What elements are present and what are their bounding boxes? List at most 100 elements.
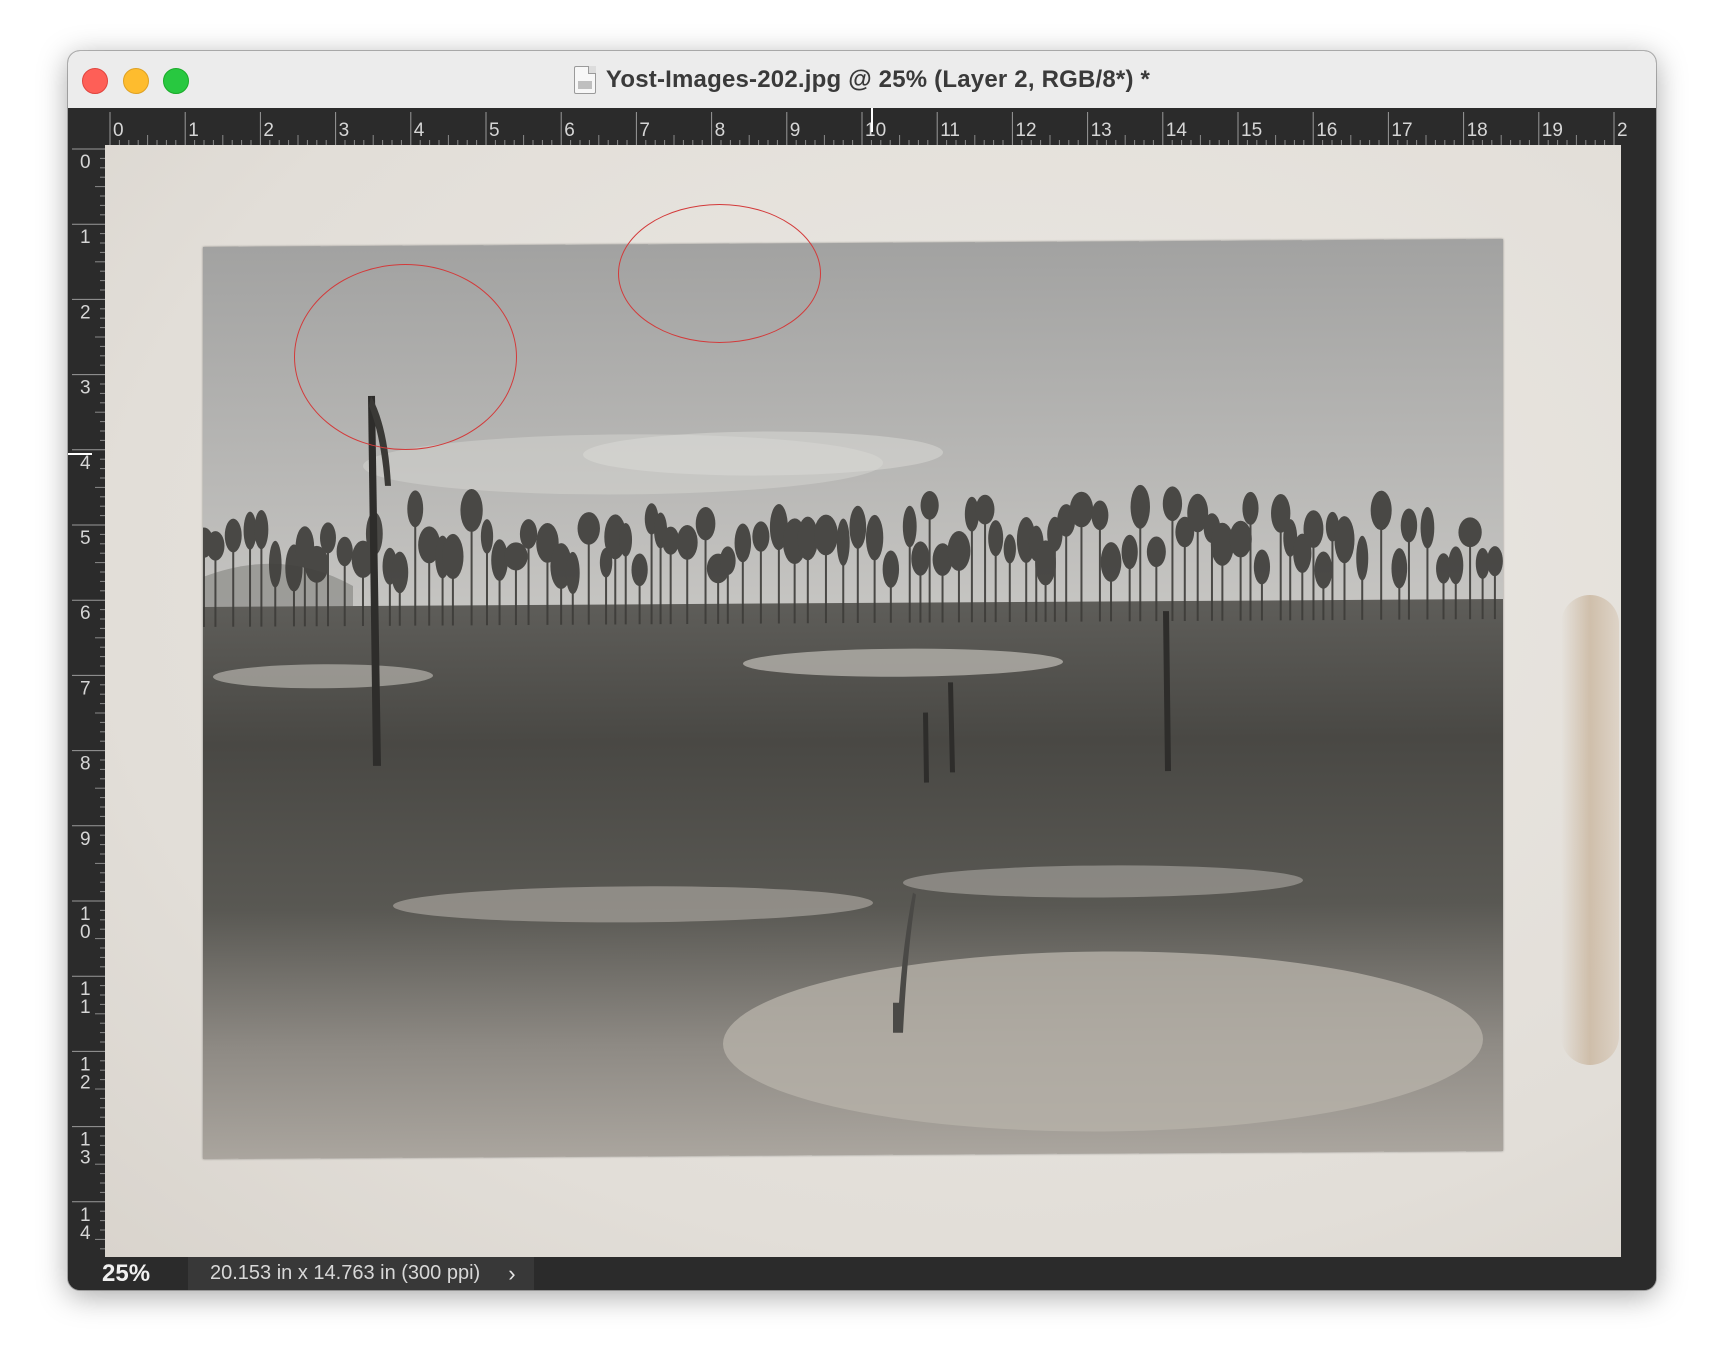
ruler-label: 2 — [80, 302, 91, 323]
tree-crown — [849, 505, 867, 549]
ruler-label: 7 — [80, 678, 91, 699]
ruler-label: 5 — [489, 120, 500, 141]
ruler-label: 2 — [263, 120, 274, 141]
ruler-label: 3 — [339, 120, 350, 141]
tree-crown — [1303, 510, 1324, 549]
ruler-label: 7 — [639, 120, 650, 141]
ruler-label: 9 — [790, 120, 801, 141]
document-info-menu[interactable]: 20.153 in x 14.763 in (300 ppi) › — [188, 1257, 534, 1290]
tree-crown — [1003, 534, 1016, 564]
tree-crown — [911, 541, 930, 576]
tree-crown — [1229, 520, 1252, 558]
tree-crown — [1356, 535, 1369, 581]
tree-crown — [752, 521, 770, 552]
tree-crown — [1448, 546, 1464, 585]
tree-crown — [734, 523, 752, 563]
tree-crown — [1458, 517, 1482, 548]
tree-crown — [1370, 490, 1392, 531]
tree-crown — [719, 546, 736, 576]
tree-crown — [836, 518, 850, 566]
tree-crown — [676, 525, 698, 560]
tree-crown — [480, 519, 494, 554]
paper-stain — [1561, 595, 1619, 1065]
ruler-label: 17 — [1391, 120, 1412, 141]
ruler-label: 0 — [80, 152, 91, 173]
ruler-label: 11 — [940, 120, 960, 141]
ruler-label: 18 — [1467, 120, 1488, 141]
tree-crown — [1391, 548, 1408, 589]
tree-crown — [695, 507, 716, 541]
ruler-label: 6 — [80, 603, 91, 624]
tree-crown — [460, 488, 483, 532]
tree-crown — [1253, 549, 1271, 585]
tree-crown — [577, 512, 600, 545]
title-group: Yost-Images-202.jpg @ 25% (Layer 2, RGB/… — [68, 51, 1656, 108]
tree-crown — [1334, 516, 1355, 564]
ruler-label: 10 — [865, 120, 886, 141]
tree-crown — [1486, 546, 1503, 577]
horizontal-ruler[interactable]: 0 1 2 3 4 5 6 7 8 9 10 11 12 13 14 15 16 17 18 19 2 — [68, 108, 1656, 145]
annotation-circle — [618, 204, 821, 343]
annotation-circle — [294, 264, 517, 450]
ruler-label: 5 — [80, 528, 91, 549]
tree-crown — [988, 520, 1004, 557]
ruler-label: 9 — [80, 829, 91, 850]
ruler-label: 19 — [1542, 120, 1563, 141]
tree-crown — [1420, 506, 1435, 549]
ruler-label: 1 — [80, 227, 91, 248]
window-title: Yost-Images-202.jpg @ 25% (Layer 2, RGB/… — [605, 65, 1151, 93]
ruler-label: 3 — [80, 1148, 91, 1169]
ruler-label: 16 — [1316, 120, 1337, 141]
tree-crown — [519, 519, 538, 549]
tree-crown — [1069, 491, 1094, 528]
tree-crown — [1314, 551, 1333, 589]
document-size: 20.153 in x 14.763 in (300 ppi) — [210, 1262, 481, 1284]
ruler-label: 0 — [80, 922, 91, 943]
vertical-scrollbar[interactable] — [1621, 145, 1656, 1257]
tree-crown — [565, 551, 580, 595]
tree-crown — [814, 514, 838, 556]
ruler-label: 8 — [715, 120, 726, 141]
zoom-level-field[interactable]: 25% — [68, 1260, 188, 1288]
ruler-label: 3 — [80, 378, 91, 399]
tree-crown — [391, 551, 409, 594]
tree-crown — [1130, 484, 1150, 529]
vertical-ruler-ticks: 01234567891011121314 — [68, 148, 105, 1250]
chevron-right-icon[interactable]: › — [508, 1261, 515, 1287]
tree-crown — [1400, 508, 1418, 543]
photoshop-document-window: Yost-Images-202.jpg @ 25% (Layer 2, RGB/… — [68, 51, 1656, 1290]
tree-crown — [407, 490, 424, 528]
tree-crown — [254, 509, 269, 550]
tree-crown — [1162, 486, 1183, 522]
tree-crown — [662, 526, 680, 555]
ruler-label: 4 — [80, 453, 91, 474]
tree-crown — [975, 494, 995, 525]
tree-crown — [631, 553, 648, 587]
tree-crown — [1242, 491, 1259, 525]
tree-crown — [1100, 542, 1122, 582]
tree-crown — [882, 550, 900, 588]
tree-crown — [268, 540, 282, 588]
title-bar[interactable]: Yost-Images-202.jpg @ 25% (Layer 2, RGB/… — [68, 51, 1656, 109]
document-canvas[interactable] — [105, 145, 1621, 1257]
ruler-label: 2 — [1617, 120, 1628, 141]
jpg-file-icon[interactable] — [573, 65, 596, 94]
status-bar: 25% 20.153 in x 14.763 in (300 ppi) › — [68, 1257, 1656, 1290]
tree-crown — [865, 514, 884, 561]
vertical-ruler[interactable]: 01234567891011121314 — [68, 145, 105, 1257]
ruler-label: 1 — [188, 120, 199, 141]
ruler-label: 0 — [113, 120, 124, 141]
ruler-label: 12 — [1015, 120, 1036, 141]
ruler-label: 13 — [1091, 120, 1112, 141]
tree-crown — [1121, 534, 1138, 570]
tree-crown — [336, 536, 353, 567]
ruler-label: 6 — [564, 120, 575, 141]
tree-crown — [320, 522, 336, 554]
ruler-label: 8 — [80, 754, 91, 775]
ruler-label: 1 — [80, 997, 91, 1018]
tree-crown — [920, 491, 939, 520]
ruler-label: 4 — [414, 120, 425, 141]
tree-crown — [224, 518, 242, 553]
tree-crown — [442, 533, 464, 580]
tree-crown — [206, 531, 225, 561]
